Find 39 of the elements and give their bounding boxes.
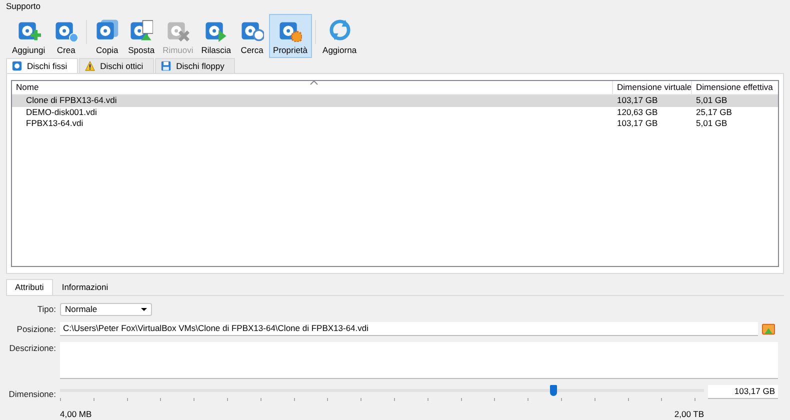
caret-icon [141, 308, 147, 310]
toolbar-button[interactable]: Aggiorna [318, 14, 361, 58]
table-row[interactable]: Clone di FPBX13-64.vdi 103,17 GB 5,01 GB [12, 95, 778, 106]
column-header[interactable]: Dimensione virtuale [612, 81, 691, 94]
toolbar-button[interactable]: Rilascia [197, 14, 236, 58]
field-label: Dimensione: [8, 388, 56, 398]
tab[interactable]: Dischi fissi [6, 58, 78, 73]
description-field[interactable] [60, 342, 778, 378]
folder-icon[interactable] [762, 322, 775, 334]
disk-arrow-icon [129, 18, 154, 42]
toolbar-button[interactable]: Copia [90, 14, 124, 58]
toolbar-button[interactable]: Aggiungi [8, 14, 50, 58]
toolbar-button[interactable]: Proprietà [269, 14, 312, 58]
field-label: Posizione: [16, 324, 56, 334]
toolbar-button[interactable]: Sposta [124, 14, 159, 58]
disk-stack-icon [95, 18, 120, 42]
warning-icon [85, 61, 96, 71]
toolbar-button[interactable]: Crea [49, 14, 84, 58]
field-label: Descrizione: [8, 342, 56, 353]
size-field[interactable]: 103,17 GB [708, 384, 778, 398]
min-size-label: 4,00 MB [60, 408, 92, 418]
tab[interactable]: Dischi ottici [79, 58, 154, 73]
field-label: Tipo: [36, 304, 56, 314]
type-dropdown[interactable]: Normale [60, 302, 152, 316]
slider-thumb[interactable] [550, 384, 558, 396]
floppy-icon [161, 61, 172, 71]
tab[interactable]: Informazioni [52, 279, 118, 295]
table-row[interactable]: DEMO-disk001.vdi 120,63 GB 25,17 GB [12, 106, 778, 118]
window-title: Supporto [5, 0, 42, 12]
location-field[interactable]: C:\Users\Peter Fox\VirtualBox VMs\Clone di FPBX13-64\Clone di FPBX13-64.vdi [60, 322, 758, 336]
tab[interactable]: Attributi [6, 279, 53, 295]
disk-icon [12, 61, 22, 71]
table-row[interactable]: FPBX13-64.vdi 103,17 GB 5,01 GB [12, 118, 778, 130]
max-size-label: 2,00 TB [674, 408, 704, 418]
refresh-icon [328, 18, 352, 42]
tab[interactable]: Dischi floppy [155, 58, 236, 73]
column-header[interactable]: Nome [12, 81, 612, 94]
column-header[interactable]: Dimensione effettiva [691, 81, 778, 94]
toolbar-button[interactable]: Cerca [235, 14, 270, 58]
